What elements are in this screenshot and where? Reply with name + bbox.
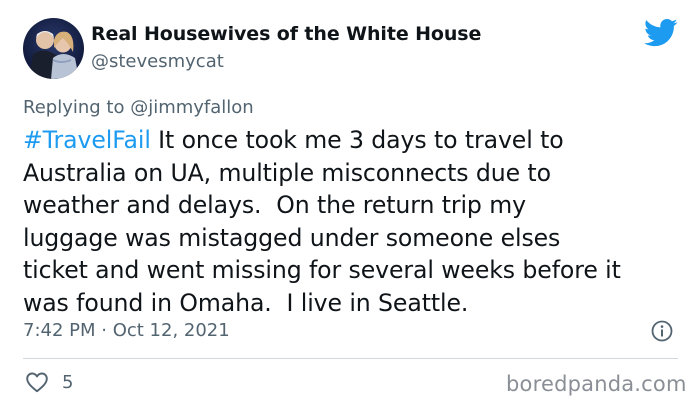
twitter-bird-icon[interactable] xyxy=(644,18,678,48)
display-name[interactable]: Real Housewives of the White House xyxy=(91,23,481,45)
user-handle[interactable]: @stevesmycat xyxy=(91,51,224,72)
replying-prefix: Replying to xyxy=(23,97,131,118)
like-count: 5 xyxy=(62,372,74,393)
avatar[interactable] xyxy=(23,18,84,79)
hashtag-link[interactable]: #TravelFail xyxy=(23,126,151,154)
timestamp[interactable]: 7:42 PM · Oct 12, 2021 xyxy=(23,320,230,341)
info-icon[interactable] xyxy=(651,320,673,342)
divider xyxy=(23,358,678,359)
tweet-text: #TravelFail It once took me 3 days to tr… xyxy=(23,124,688,319)
boredpanda-watermark: boredpanda.com xyxy=(506,372,687,396)
heart-icon[interactable] xyxy=(25,371,49,393)
replying-to: Replying to @jimmyfallon xyxy=(23,97,254,118)
tweet-body: It once took me 3 days to travel to Aust… xyxy=(23,126,621,317)
avatar-image xyxy=(23,18,84,79)
mention-link[interactable]: @jimmyfallon xyxy=(130,97,254,118)
